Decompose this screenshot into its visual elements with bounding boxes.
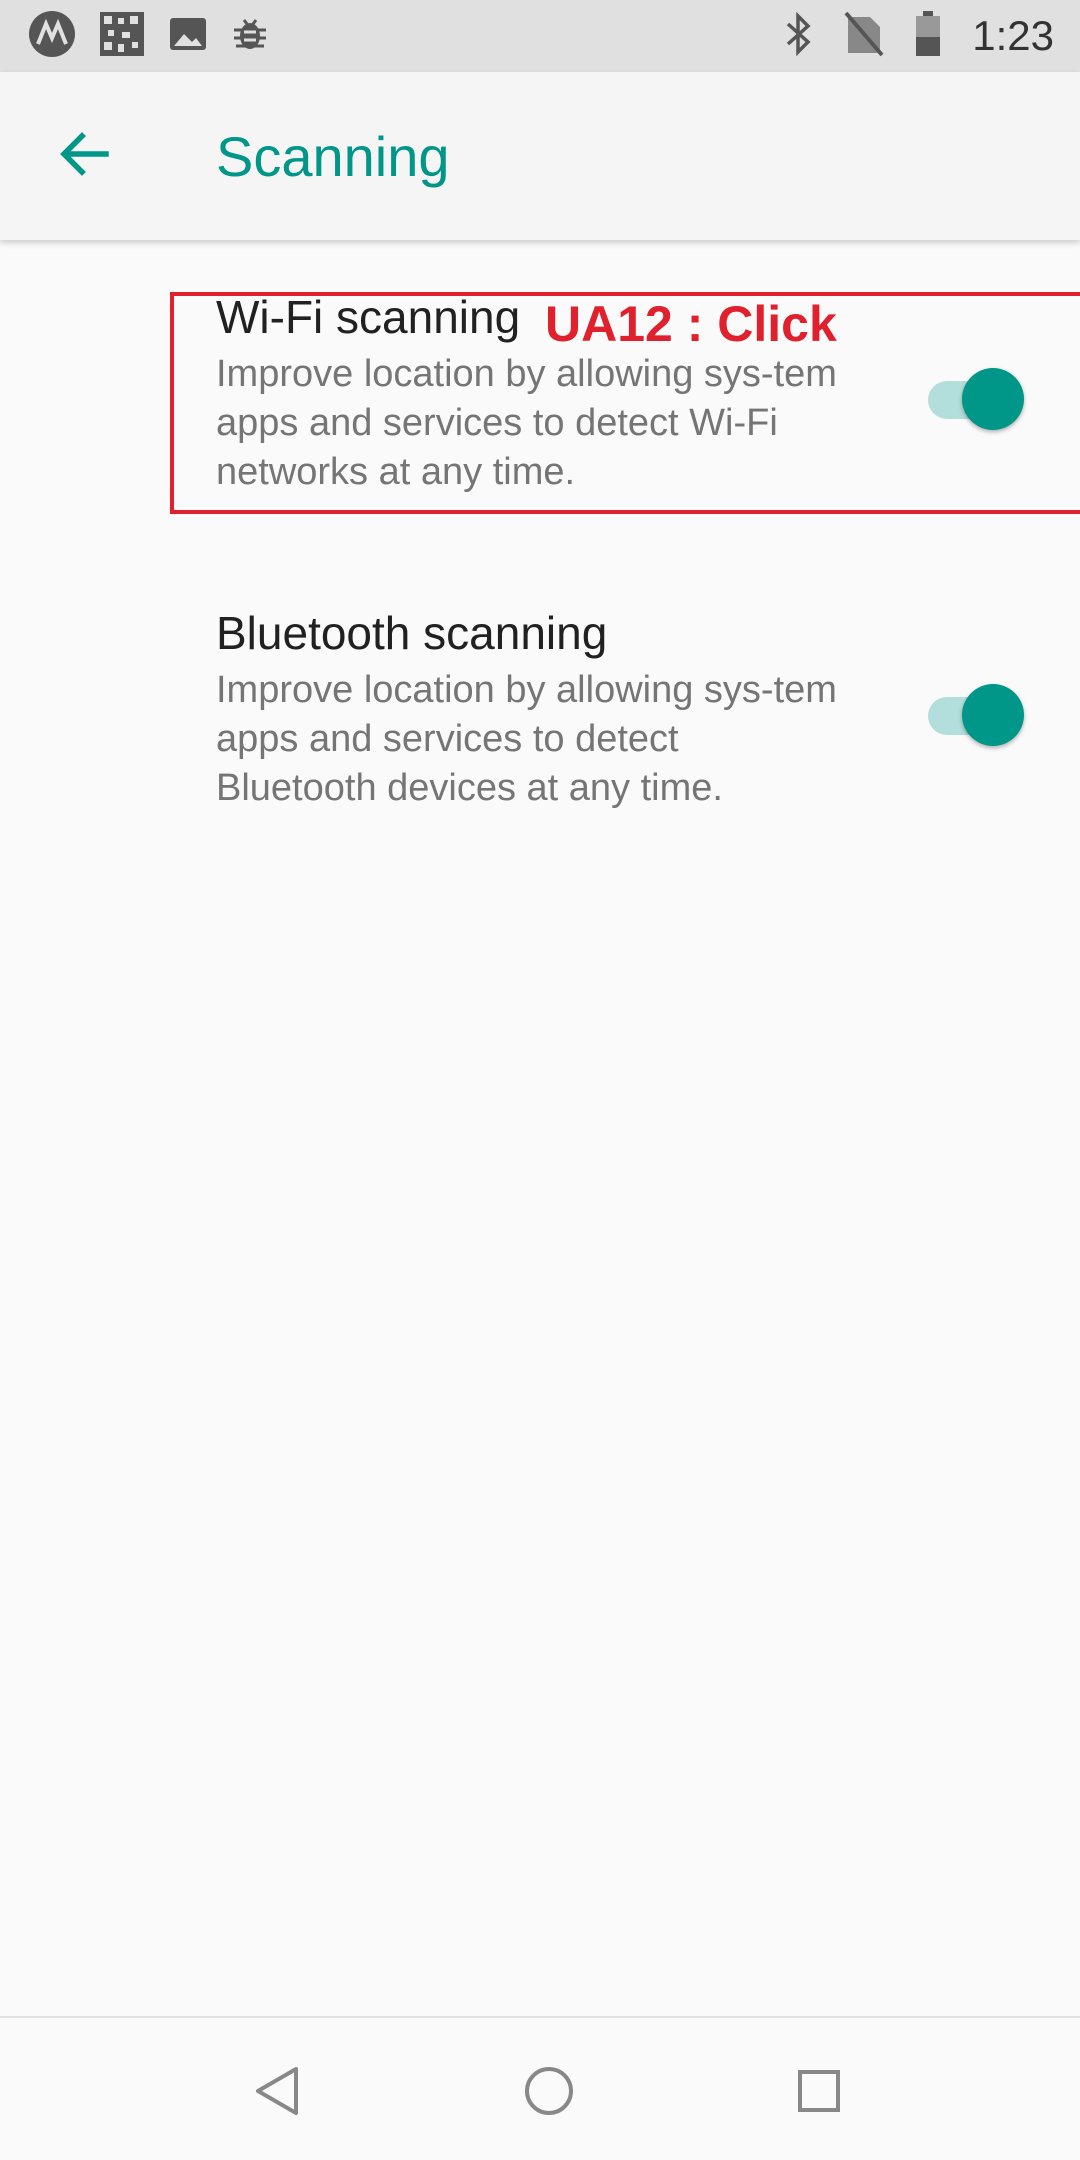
switch-thumb xyxy=(962,684,1024,746)
annotation-label: UA12 : Click xyxy=(545,296,837,352)
bluetooth-icon xyxy=(782,11,814,61)
page-title: Scanning xyxy=(216,125,450,188)
bluetooth-scanning-title: Bluetooth scanning xyxy=(216,607,608,659)
nav-recents-button[interactable] xyxy=(774,2048,864,2138)
status-clock: 1:23 xyxy=(972,12,1054,59)
navigation-bar xyxy=(0,2016,1080,2160)
home-icon xyxy=(522,2064,576,2123)
status-bar-right: 1:23 xyxy=(752,10,1054,62)
motorola-icon xyxy=(28,10,76,63)
status-bar-left xyxy=(28,10,292,63)
battery-icon xyxy=(914,10,942,62)
no-sim-icon xyxy=(844,11,884,62)
arrow-back-icon xyxy=(56,126,112,187)
bluetooth-scanning-preference[interactable]: Bluetooth scanning Improve location by a… xyxy=(0,556,1080,809)
nav-back-button[interactable] xyxy=(232,2048,322,2138)
qr-icon xyxy=(98,10,146,63)
image-icon xyxy=(168,14,208,59)
nav-home-button[interactable] xyxy=(504,2048,594,2138)
bluetooth-scanning-switch[interactable] xyxy=(924,682,1024,746)
bug-icon xyxy=(230,14,270,59)
app-bar: Scanning xyxy=(0,72,1080,240)
back-icon xyxy=(252,2063,302,2124)
bluetooth-scanning-summary: Improve location by allowing sys-tem app… xyxy=(216,669,837,809)
recents-icon xyxy=(795,2067,843,2120)
back-button[interactable] xyxy=(40,112,128,200)
status-bar: 1:23 xyxy=(0,0,1080,72)
